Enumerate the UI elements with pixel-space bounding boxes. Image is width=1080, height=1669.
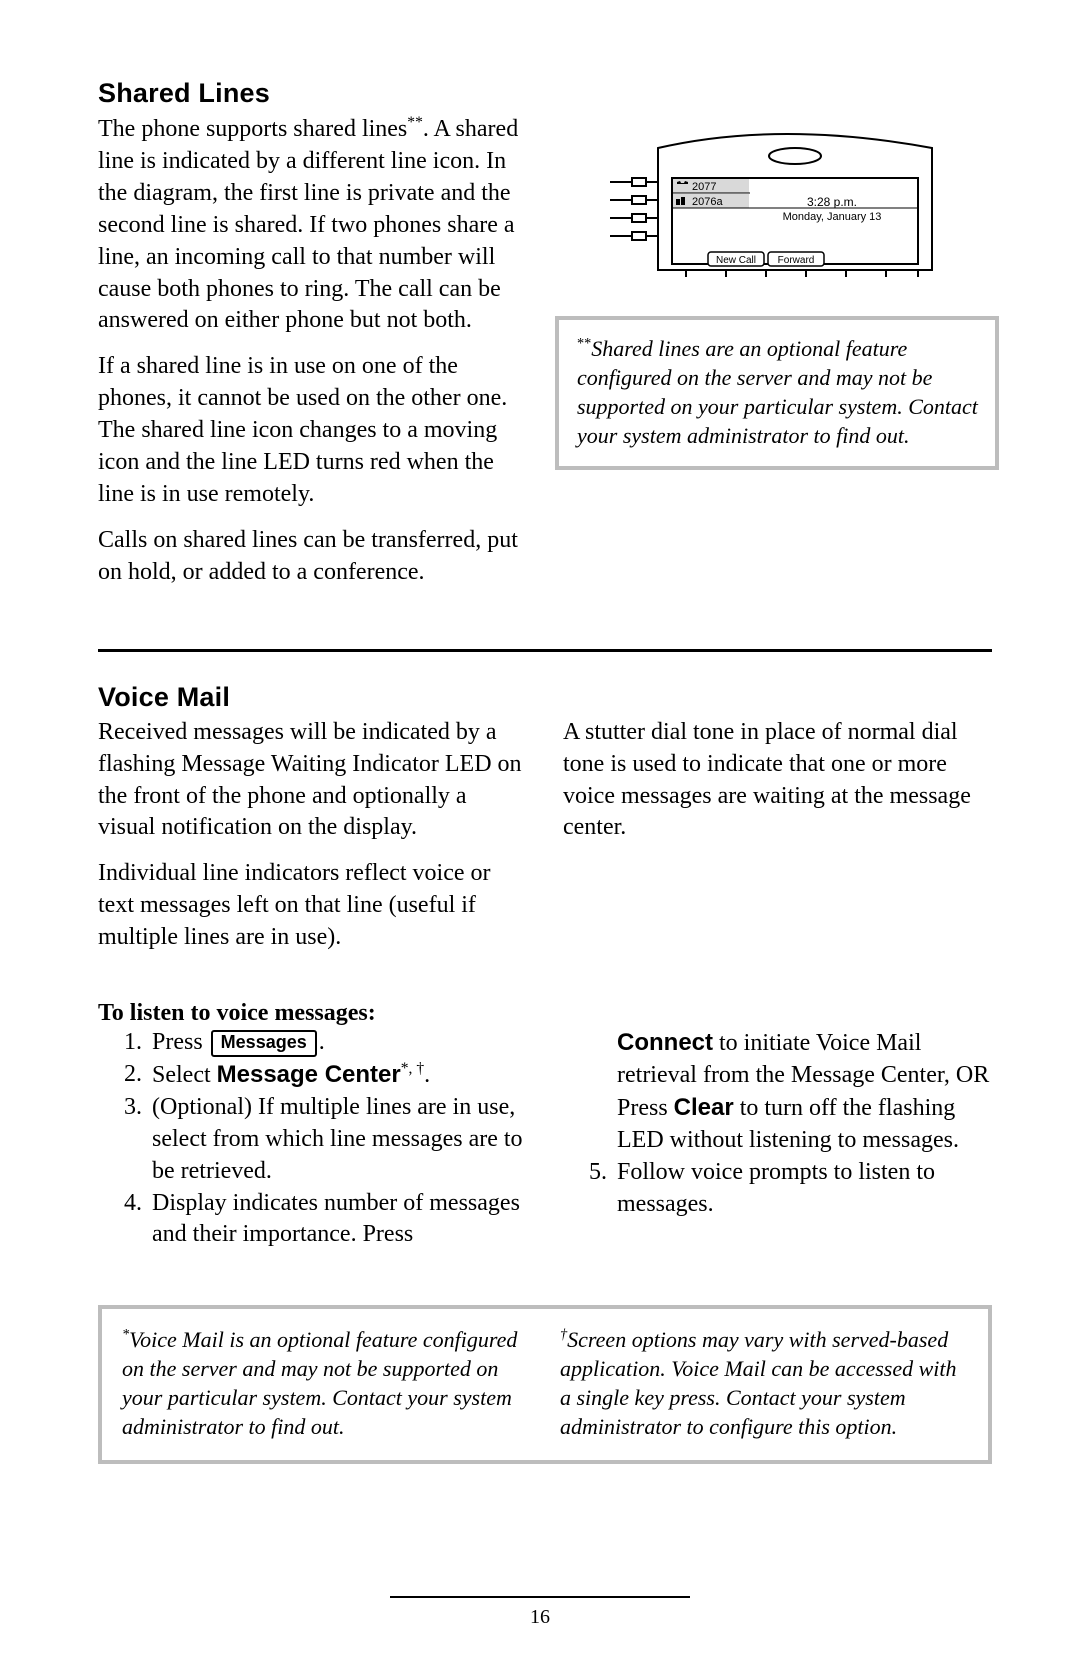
text: . A shared line is indicated by a differ… (98, 116, 518, 333)
phone-time: 3:28 p.m. (807, 195, 857, 209)
voice-mail-intro-columns: Received messages will be indicated by a… (98, 713, 992, 968)
step-3: 3. (Optional) If multiple lines are in u… (98, 1092, 527, 1188)
phone-diagram: 2077 2076a 3:28 p.m. Monday, January 13 … (600, 120, 954, 290)
messages-key-icon: Messages (211, 1030, 317, 1057)
voice-mail-intro-left: Received messages will be indicated by a… (98, 713, 527, 968)
instructions-column-left: 1. Press Messages. 2. Select Message Cen… (98, 1027, 527, 1251)
instructions-heading: To listen to voice messages: (98, 1000, 992, 1027)
text: . (424, 1062, 430, 1088)
page-footer: 16 (0, 1596, 1080, 1629)
text: Press (617, 1095, 674, 1121)
text: Select (152, 1062, 217, 1088)
text: (Optional) If multiple lines are in use,… (152, 1092, 527, 1188)
footnote-text: Screen options may vary with served-base… (560, 1327, 957, 1439)
footnote-voice-mail: *Voice Mail is an optional feature confi… (122, 1325, 526, 1441)
section-shared-lines: Shared Lines The phone supports shared l… (98, 78, 992, 603)
connect-label: Connect (617, 1029, 713, 1056)
step-number: 2. (98, 1059, 152, 1091)
phone-date: Monday, January 13 (783, 211, 882, 223)
footnote-text: Voice Mail is an optional feature config… (122, 1327, 517, 1439)
section-voice-mail: Voice Mail Received messages will be ind… (98, 682, 992, 1464)
note-text: Shared lines are an optional feature con… (577, 336, 978, 448)
footnote-marker: *, † (401, 1060, 424, 1077)
text: The phone supports shared lines (98, 116, 407, 142)
phone-line-2-label: 2076a (692, 196, 723, 208)
shared-lines-paragraph-1: The phone supports shared lines**. A sha… (98, 113, 526, 337)
text: Display indicates number of messages and… (152, 1188, 527, 1252)
step-number: 4. (98, 1188, 152, 1220)
instructions-column-right: Connect to initiate Voice Mail retrieval… (563, 1027, 992, 1251)
instructions-list: 1. Press Messages. 2. Select Message Cen… (98, 1027, 992, 1251)
clear-label: Clear (674, 1094, 734, 1121)
footnotes-box: *Voice Mail is an optional feature confi… (98, 1305, 992, 1463)
footer-rule (390, 1596, 690, 1598)
text: . (319, 1029, 325, 1055)
shared-lines-paragraph-2: If a shared line is in use on one of the… (98, 351, 526, 511)
step-5: 5. Follow voice prompts to listen to mes… (563, 1157, 992, 1221)
voice-mail-paragraph-2: Individual line indicators reflect voice… (98, 858, 527, 954)
heading-voice-mail: Voice Mail (98, 682, 992, 713)
phone-line-1-label: 2077 (692, 181, 716, 193)
footnote-screen-options: †Screen options may vary with served-bas… (560, 1325, 964, 1441)
text: Follow voice prompts to listen to messag… (617, 1157, 992, 1221)
heading-shared-lines: Shared Lines (98, 78, 526, 109)
step-2: 2. Select Message Center*, †. (98, 1059, 527, 1092)
section-divider (98, 649, 992, 652)
voice-mail-paragraph-1: Received messages will be indicated by a… (98, 717, 527, 845)
footnote-marker: ** (577, 336, 591, 352)
voice-mail-paragraph-3: A stutter dial tone in place of normal d… (563, 717, 992, 845)
text: Press (152, 1029, 209, 1055)
shared-lines-text-column: Shared Lines The phone supports shared l… (98, 78, 526, 603)
step-number: 5. (563, 1157, 617, 1189)
step-number: 1. (98, 1027, 152, 1059)
step-1: 1. Press Messages. (98, 1027, 527, 1059)
step-number: 3. (98, 1092, 152, 1124)
note-shared-lines: **Shared lines are an optional feature c… (555, 316, 999, 470)
phone-softkey-new-call: New Call (716, 255, 756, 266)
shared-lines-paragraph-3: Calls on shared lines can be transferred… (98, 525, 526, 589)
shared-lines-figure-column: 2077 2076a 3:28 p.m. Monday, January 13 … (562, 78, 992, 470)
step-4-continued: Connect to initiate Voice Mail retrieval… (563, 1027, 992, 1157)
phone-softkey-forward: Forward (778, 255, 815, 266)
message-center-label: Message Center (217, 1061, 401, 1088)
footnote-marker: ** (407, 114, 423, 131)
page-number: 16 (0, 1606, 1080, 1629)
step-4: 4. Display indicates number of messages … (98, 1188, 527, 1252)
voice-mail-intro-right: A stutter dial tone in place of normal d… (563, 713, 992, 968)
